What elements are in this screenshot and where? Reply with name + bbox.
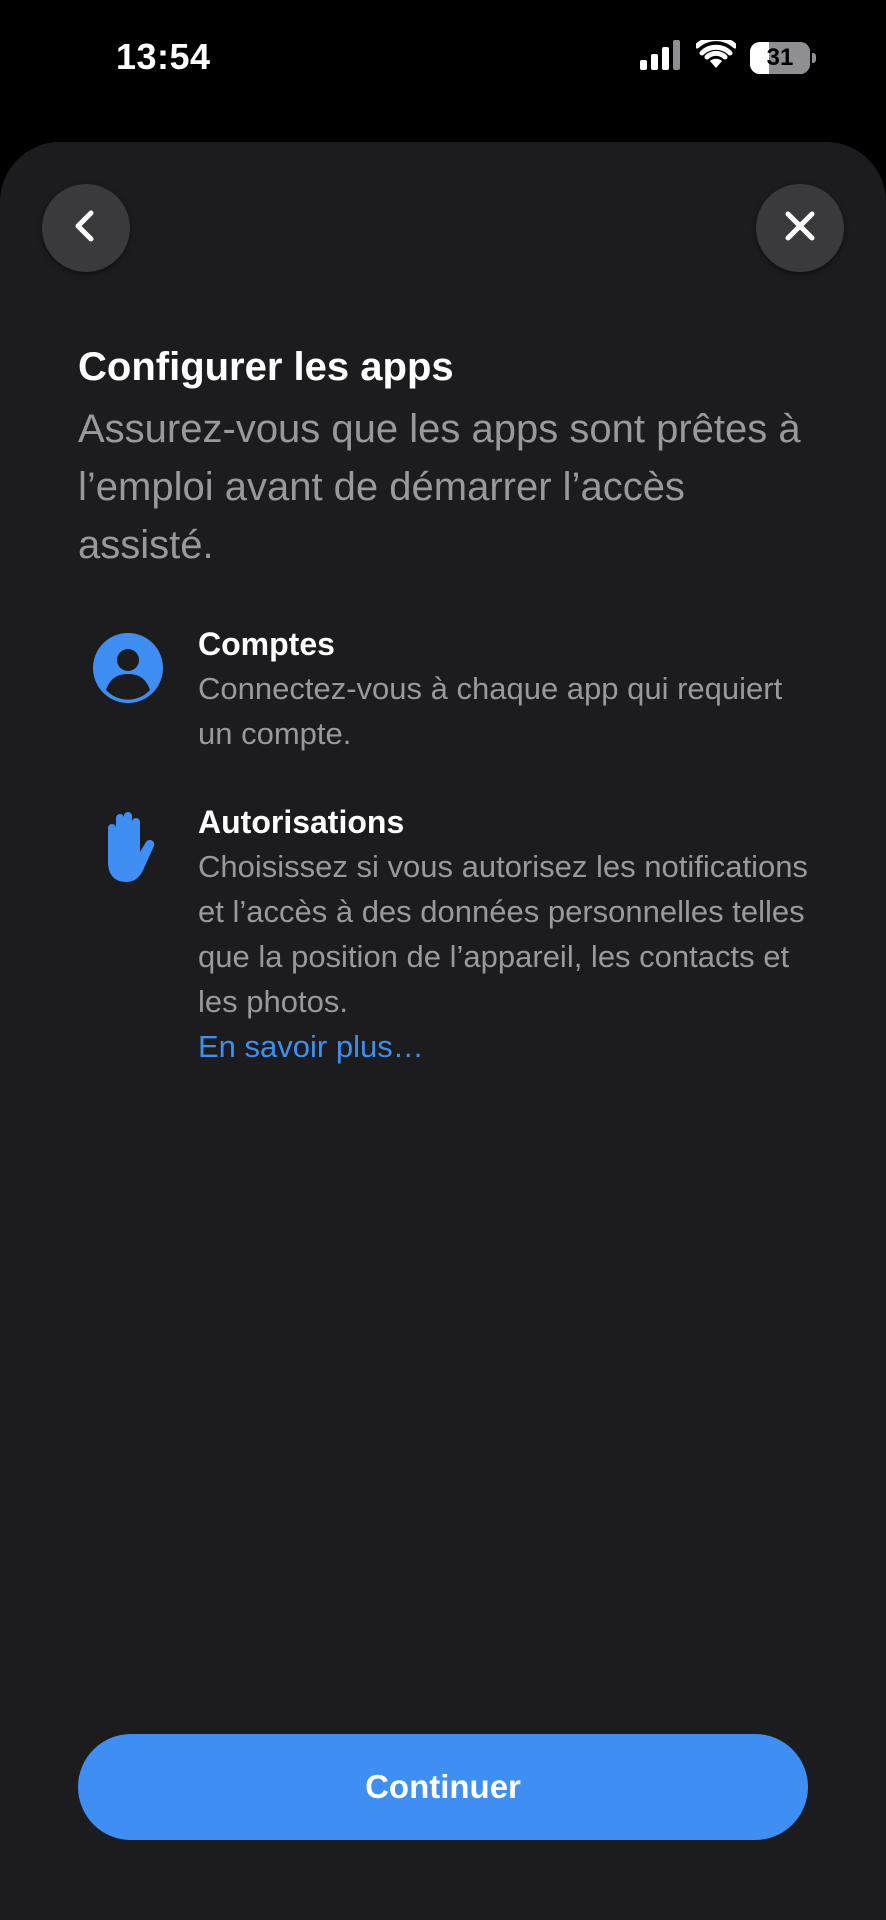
chevron-left-icon bbox=[66, 206, 106, 251]
status-icons: 31 bbox=[640, 36, 816, 75]
page-subtitle: Assurez-vous que les apps sont prêtes à … bbox=[78, 407, 801, 567]
setup-sheet: Configurer les apps Assurez-vous que les… bbox=[0, 142, 886, 1920]
status-bar: 13:54 31 bbox=[0, 0, 886, 120]
wifi-icon bbox=[694, 36, 738, 75]
battery-icon: 31 bbox=[750, 41, 816, 74]
person-circle-icon bbox=[92, 632, 164, 704]
battery-level: 31 bbox=[766, 43, 794, 71]
close-button[interactable] bbox=[756, 184, 844, 272]
raised-hand-icon bbox=[92, 810, 164, 882]
feature-body: Connectez-vous à chaque app qui requiert… bbox=[198, 671, 783, 751]
back-button[interactable] bbox=[42, 184, 130, 272]
continue-button[interactable]: Continuer bbox=[78, 1734, 808, 1840]
status-time: 13:54 bbox=[116, 36, 211, 77]
page-title: Configurer les apps bbox=[78, 345, 454, 389]
feature-title: Comptes bbox=[198, 626, 335, 662]
close-icon bbox=[780, 206, 820, 251]
cellular-signal-icon bbox=[640, 40, 682, 75]
feature-body: Choisissez si vous autorisez les notific… bbox=[198, 849, 808, 1019]
feature-title: Autorisations bbox=[198, 804, 405, 840]
learn-more-link[interactable]: En savoir plus… bbox=[198, 1024, 818, 1069]
